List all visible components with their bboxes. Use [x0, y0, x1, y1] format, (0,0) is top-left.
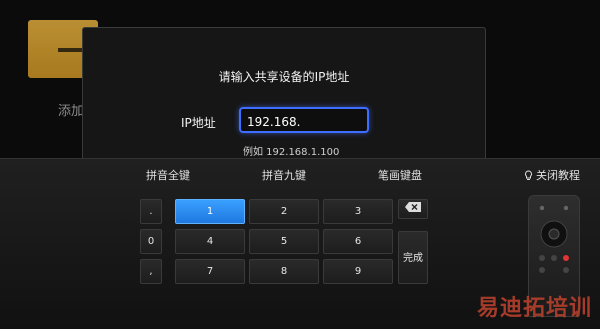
backspace-icon: [405, 202, 421, 212]
key-3[interactable]: 3: [323, 199, 393, 224]
ip-dialog: 请输入共享设备的IP地址 IP地址 192.168. 例如 192.168.1.…: [82, 27, 486, 165]
tile-label: 添加: [58, 104, 85, 119]
close-tutorial-button[interactable]: 关闭教程: [524, 167, 580, 183]
backspace-button[interactable]: [398, 199, 428, 219]
done-button[interactable]: 完成: [398, 231, 428, 284]
key-2[interactable]: 2: [249, 199, 319, 224]
key-dot[interactable]: .: [140, 199, 162, 224]
tab-pinyin-full[interactable]: 拼音全键: [146, 167, 190, 183]
key-9[interactable]: 9: [323, 259, 393, 284]
key-7[interactable]: 7: [175, 259, 245, 284]
key-zero[interactable]: 0: [140, 229, 162, 254]
ip-example: 例如 192.168.1.100: [243, 147, 340, 158]
watermark: 易迪拓培训: [476, 296, 592, 321]
dialog-title: 请输入共享设备的IP地址: [218, 70, 350, 84]
key-8[interactable]: 8: [249, 259, 319, 284]
key-1[interactable]: 1: [175, 199, 245, 224]
close-tutorial-label: 关闭教程: [536, 169, 580, 182]
key-4[interactable]: 4: [175, 229, 245, 254]
key-comma[interactable]: ,: [140, 259, 162, 284]
key-5[interactable]: 5: [249, 229, 319, 254]
tab-stroke[interactable]: 笔画键盘: [378, 167, 422, 183]
bulb-icon: [525, 170, 532, 180]
ip-input[interactable]: 192.168.: [239, 107, 369, 133]
key-6[interactable]: 6: [323, 229, 393, 254]
tab-pinyin-nine[interactable]: 拼音九键: [262, 167, 306, 183]
ip-label: IP地址: [181, 116, 216, 130]
